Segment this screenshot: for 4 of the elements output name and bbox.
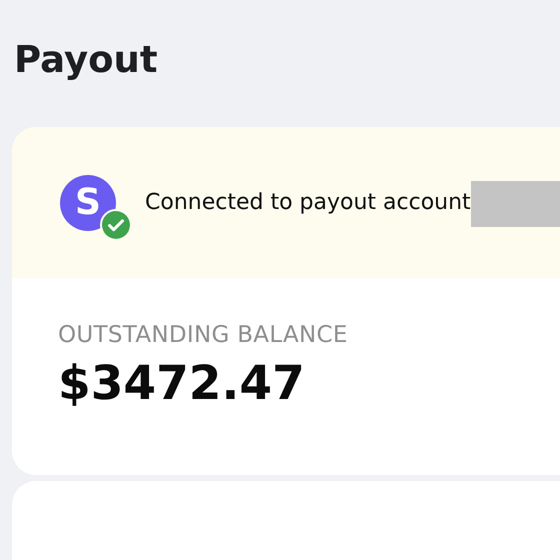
page-title: Payout [13, 37, 159, 83]
balance-amount: $3472.47 [58, 356, 306, 411]
connection-status: Connected to payout account [145, 190, 471, 215]
balance-label: OUTSTANDING BALANCE [58, 322, 349, 348]
